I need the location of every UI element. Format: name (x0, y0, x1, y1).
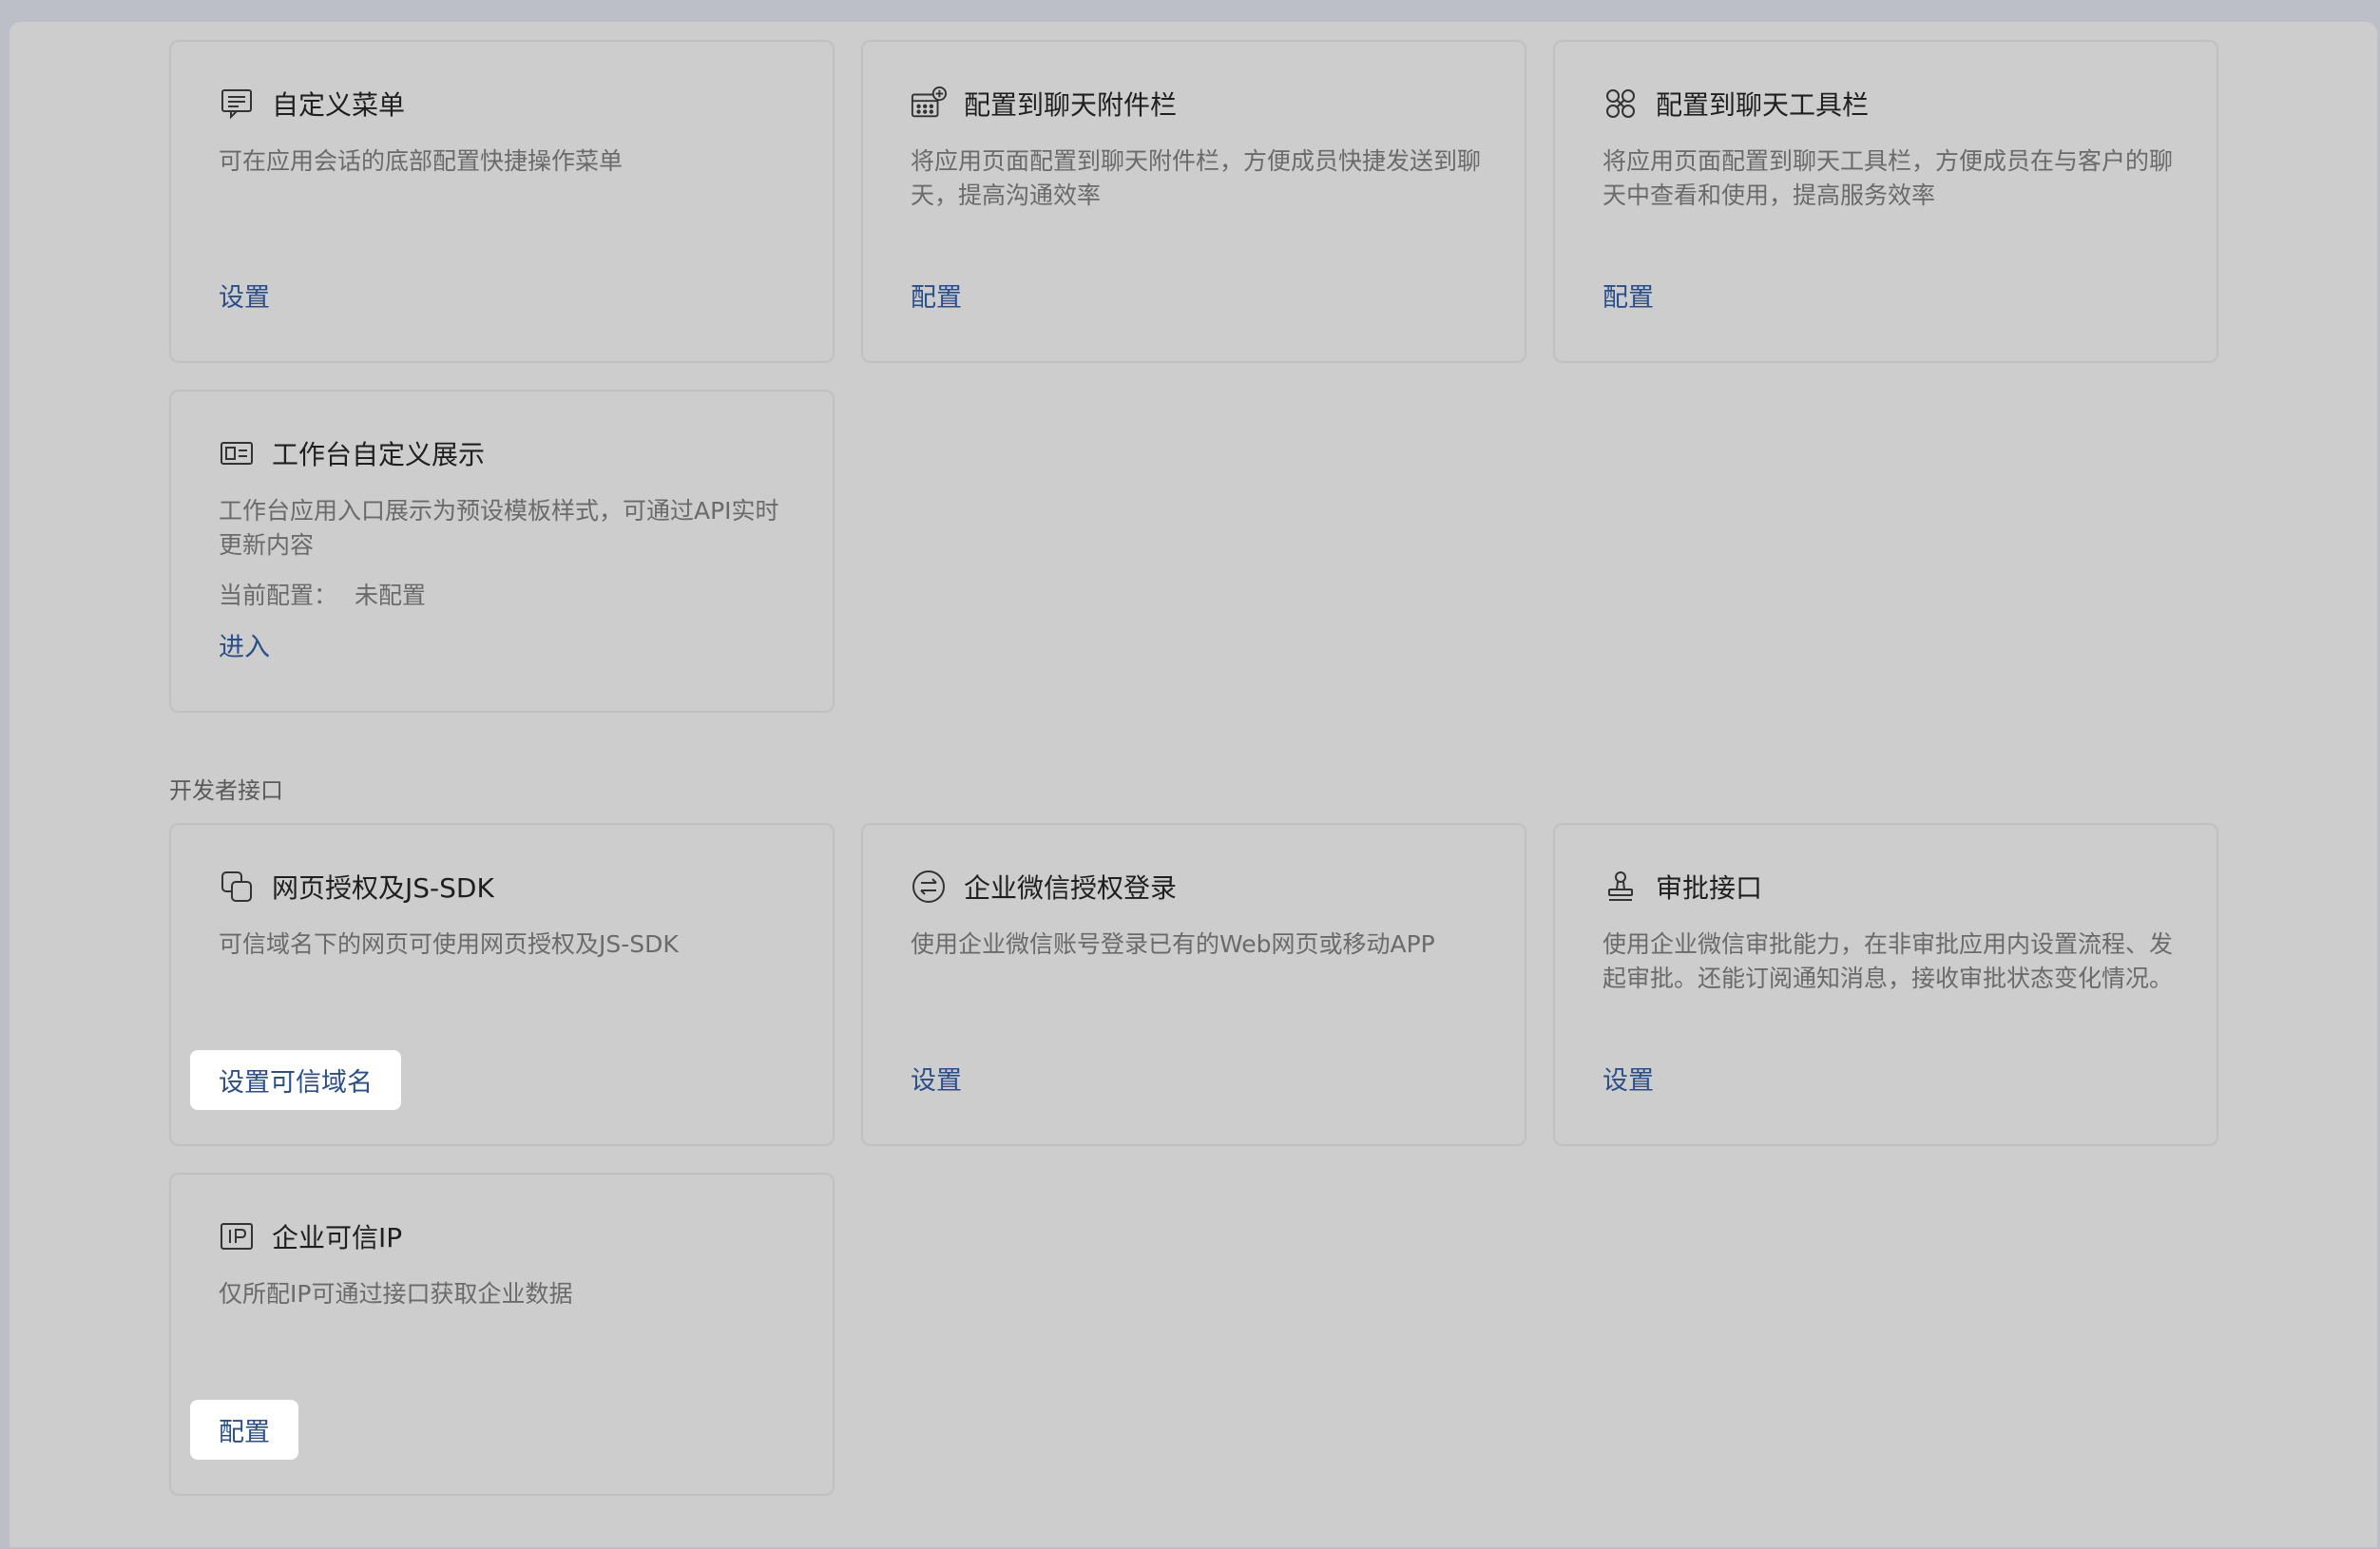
current-config-label: 当前配置： (219, 582, 338, 609)
current-config-value: 未配置 (354, 582, 426, 609)
wecom-login-icon (911, 869, 947, 905)
enter-link[interactable]: 进入 (219, 626, 270, 663)
card-title-row: 工作台自定义展示 (219, 434, 485, 472)
card-title: 审批接口 (1656, 872, 1763, 904)
card-description: 将应用页面配置到聊天附件栏，方便成员快捷发送到聊天，提高沟通效率 (911, 147, 1482, 209)
configure-link[interactable]: 配置 (1603, 277, 1654, 314)
approval-stamp-icon (1603, 869, 1639, 905)
workbench-card-icon (219, 435, 255, 471)
card-title-row: 网页授权及JS-SDK (219, 868, 494, 906)
card-title-row: 企业可信IP (219, 1217, 402, 1255)
web-auth-icon (219, 869, 255, 905)
card-chat-toolbar: 配置到聊天工具栏 将应用页面配置到聊天工具栏，方便成员在与客户的聊天中查看和使用… (1553, 40, 2218, 363)
card-description: 可信域名下的网页可使用网页授权及JS-SDK (219, 930, 679, 958)
card-title: 自定义菜单 (272, 89, 406, 121)
card-approval-api: 审批接口 使用企业微信审批能力，在非审批应用内设置流程、发起审批。还能订阅通知消… (1553, 823, 2218, 1146)
card-description: 使用企业微信账号登录已有的Web网页或移动APP (911, 930, 1435, 958)
ip-icon (219, 1218, 255, 1254)
card-title: 企业可信IP (272, 1222, 403, 1253)
card-title-row: 企业微信授权登录 (911, 868, 1177, 906)
card-title-row: 配置到聊天工具栏 (1603, 85, 1869, 123)
card-description: 将应用页面配置到聊天工具栏，方便成员在与客户的聊天中查看和使用，提高服务效率 (1603, 147, 2174, 209)
card-web-auth-jssdk: 网页授权及JS-SDK 可信域名下的网页可使用网页授权及JS-SDK 设置可信域… (169, 823, 835, 1146)
card-wecom-auth-login: 企业微信授权登录 使用企业微信账号登录已有的Web网页或移动APP 设置 (861, 823, 1526, 1146)
settings-link[interactable]: 设置 (911, 1060, 962, 1097)
card-title: 企业微信授权登录 (964, 872, 1178, 904)
card-description: 工作台应用入口展示为预设模板样式，可通过API实时更新内容 (219, 497, 779, 559)
card-description: 使用企业微信审批能力，在非审批应用内设置流程、发起审批。还能订阅通知消息，接收审… (1603, 930, 2174, 992)
card-trusted-ip: 企业可信IP 仅所配IP可通过接口获取企业数据 配置 (169, 1173, 835, 1496)
card-description: 可在应用会话的底部配置快捷操作菜单 (219, 147, 624, 175)
card-chat-attachment-bar: 配置到聊天附件栏 将应用页面配置到聊天附件栏，方便成员快捷发送到聊天，提高沟通效… (861, 40, 1526, 363)
card-title-row: 自定义菜单 (219, 85, 405, 123)
configure-link[interactable]: 配置 (911, 277, 962, 314)
card-title: 配置到聊天附件栏 (964, 89, 1178, 121)
card-title: 网页授权及JS-SDK (272, 872, 494, 904)
toolbar-clover-icon (1603, 86, 1639, 122)
set-trusted-domain-button[interactable]: 设置可信域名 (190, 1050, 401, 1110)
configure-button[interactable]: 配置 (190, 1400, 298, 1460)
card-title: 配置到聊天工具栏 (1656, 89, 1870, 121)
card-workbench-display: 工作台自定义展示 工作台应用入口展示为预设模板样式，可通过API实时更新内容 当… (169, 390, 835, 713)
settings-link[interactable]: 设置 (219, 277, 270, 314)
card-description: 仅所配IP可通过接口获取企业数据 (219, 1280, 573, 1308)
settings-link[interactable]: 设置 (1603, 1060, 1654, 1097)
attachment-grid-plus-icon (911, 86, 947, 122)
menu-message-icon (219, 86, 255, 122)
current-config: 当前配置： 未配置 (219, 577, 426, 611)
section-label-developer: 开发者接口 (169, 777, 283, 804)
card-title-row: 审批接口 (1603, 868, 1762, 906)
card-title: 工作台自定义展示 (272, 439, 486, 470)
card-custom-menu: 自定义菜单 可在应用会话的底部配置快捷操作菜单 设置 (169, 40, 835, 363)
card-title-row: 配置到聊天附件栏 (911, 85, 1177, 123)
